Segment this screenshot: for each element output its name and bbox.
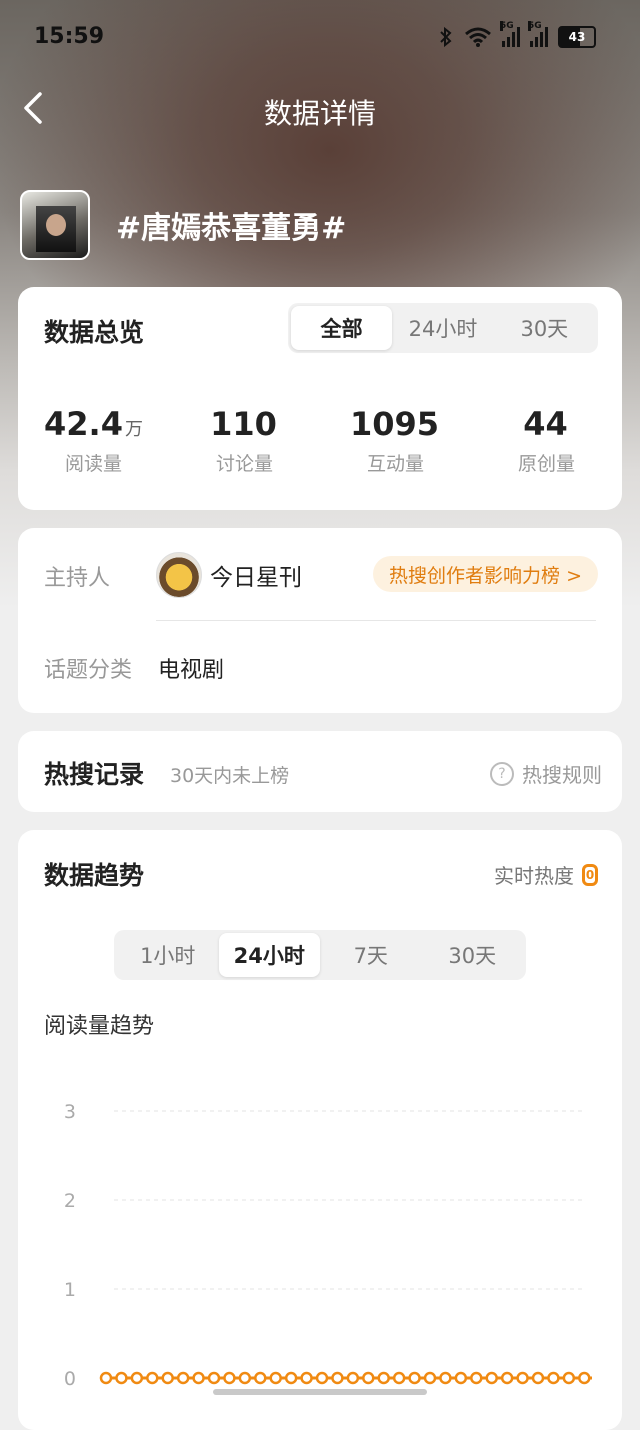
hot-search-rule-label: 热搜规则 xyxy=(522,763,602,787)
stat-originals: 44 原创量 xyxy=(517,405,575,475)
realtime-heat: 实时热度 0 xyxy=(494,860,598,889)
data-point xyxy=(362,1371,375,1385)
y-tick-label: 0 xyxy=(64,1368,76,1386)
data-point xyxy=(500,1371,514,1385)
y-tick-label: 3 xyxy=(64,1101,76,1123)
overview-tab-24h[interactable]: 24小时 xyxy=(392,306,493,350)
creator-rank-link[interactable]: 热搜创作者影响力榜 > xyxy=(373,556,598,592)
data-point xyxy=(115,1371,128,1385)
data-point xyxy=(562,1371,576,1385)
data-point xyxy=(176,1371,190,1385)
bluetooth-icon xyxy=(440,26,452,48)
data-point xyxy=(578,1371,591,1385)
info-card: 主持人 今日星刊 热搜创作者影响力榜 > 话题分类 电视剧 xyxy=(18,528,622,713)
overview-tab-30d[interactable]: 30天 xyxy=(494,306,595,350)
data-point xyxy=(439,1371,452,1385)
nav-bar: 数据详情 xyxy=(0,82,640,138)
stat-interactions: 1095 互动量 xyxy=(349,405,440,475)
wifi-icon xyxy=(465,27,491,47)
data-point xyxy=(470,1371,483,1385)
realtime-heat-label: 实时热度 xyxy=(494,864,574,888)
trend-tab-24h[interactable]: 24小时 xyxy=(218,933,320,977)
overview-stats: 42.4 万 阅读量 110 讨论量 1095 互动量 44 原创量 xyxy=(18,405,622,476)
data-point xyxy=(192,1371,205,1385)
data-point xyxy=(207,1371,221,1385)
trend-card: 数据趋势 实时热度 0 1小时 24小时 7天 30天 阅读量趋势 3 2 1 0 xyxy=(18,830,622,1430)
data-point xyxy=(423,1371,437,1385)
hot-search-card: 热搜记录 30天内未上榜 ? 热搜规则 xyxy=(18,731,622,812)
data-point xyxy=(300,1371,313,1385)
host-name[interactable]: 今日星刊 xyxy=(210,558,302,592)
overview-range-tabs: 全部 24小时 30天 xyxy=(288,303,598,353)
overview-title: 数据总览 xyxy=(44,318,145,347)
data-point xyxy=(346,1371,360,1385)
stat-reads: 42.4 万 阅读量 xyxy=(44,405,143,475)
data-point xyxy=(516,1371,529,1385)
host-avatar[interactable] xyxy=(156,552,202,598)
data-point xyxy=(392,1371,406,1385)
trend-tab-30d[interactable]: 30天 xyxy=(422,933,524,977)
y-tick-label: 1 xyxy=(64,1279,76,1301)
trend-tab-1h[interactable]: 1小时 xyxy=(117,933,219,977)
hot-search-title: 热搜记录 xyxy=(44,760,145,789)
status-bar: 15:59 5G 5G 43 xyxy=(0,0,640,76)
battery-icon: 43 xyxy=(558,26,596,48)
data-point xyxy=(547,1371,560,1385)
data-point xyxy=(408,1371,421,1385)
host-label: 主持人 xyxy=(44,566,111,591)
divider xyxy=(156,620,596,621)
trend-tab-7d[interactable]: 7天 xyxy=(320,933,422,977)
data-point xyxy=(454,1371,468,1385)
y-tick-label: 2 xyxy=(64,1190,76,1212)
stat-discussions: 110 讨论量 xyxy=(210,405,277,475)
data-point xyxy=(161,1371,174,1385)
signal-icon-1: 5G xyxy=(500,21,520,47)
data-point xyxy=(531,1371,545,1385)
topic-header: #唐嫣恭喜董勇# xyxy=(20,190,346,260)
data-point xyxy=(377,1371,390,1385)
question-icon: ? xyxy=(490,761,514,786)
category-value: 电视剧 xyxy=(158,658,225,683)
trend-range-tabs: 1小时 24小时 7天 30天 xyxy=(114,930,526,980)
data-point xyxy=(269,1371,282,1385)
status-icons: 5G 5G 43 xyxy=(438,21,596,48)
page-title: 数据详情 xyxy=(263,97,376,130)
home-indicator[interactable] xyxy=(213,1389,427,1395)
status-time: 15:59 xyxy=(34,24,105,49)
data-point xyxy=(238,1371,252,1385)
data-point xyxy=(331,1371,344,1385)
data-point xyxy=(254,1371,267,1385)
data-point xyxy=(130,1371,144,1385)
trend-title: 数据趋势 xyxy=(44,861,145,890)
overview-tab-all[interactable]: 全部 xyxy=(291,306,393,350)
overview-card: 数据总览 全部 24小时 30天 42.4 万 阅读量 110 讨论量 1095 … xyxy=(18,287,622,510)
hot-search-status: 30天内未上榜 xyxy=(170,765,290,787)
data-point xyxy=(485,1371,498,1385)
topic-thumbnail[interactable] xyxy=(20,190,90,260)
data-point xyxy=(284,1371,298,1385)
reads-trend-chart: 3 2 1 0 xyxy=(64,1101,592,1386)
signal-icon-2: 5G xyxy=(528,21,548,47)
data-point xyxy=(146,1371,159,1385)
data-point xyxy=(315,1371,329,1385)
realtime-heat-value: 0 xyxy=(582,863,598,886)
hot-search-rule-button[interactable]: ? 热搜规则 xyxy=(490,759,602,788)
data-point xyxy=(99,1371,113,1385)
category-label: 话题分类 xyxy=(44,658,133,683)
topic-title: #唐嫣恭喜董勇# xyxy=(116,211,347,246)
data-point xyxy=(223,1371,236,1385)
chart-title: 阅读量趋势 xyxy=(44,1014,155,1039)
